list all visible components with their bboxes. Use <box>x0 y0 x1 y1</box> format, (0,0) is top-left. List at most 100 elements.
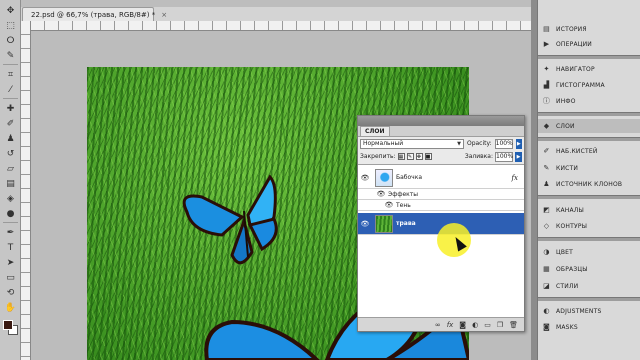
fx-icon[interactable]: fx <box>511 174 518 182</box>
clone-stamp-tool-icon[interactable]: ♟ <box>3 132 18 145</box>
lock-all-icon[interactable]: ■ <box>424 153 432 160</box>
layers-icon: ◆ <box>543 122 550 130</box>
dock-item-label: ИСТОРИЯ <box>556 25 587 33</box>
dodge-tool-icon[interactable]: ● <box>3 207 18 220</box>
chevron-down-icon: ▼ <box>457 140 461 147</box>
dock-item-histogram[interactable]: ▟ ГИСТОГРАММА <box>538 78 640 92</box>
dock-item-paths[interactable]: ◇ КОНТУРЫ <box>538 219 640 233</box>
type-tool-icon[interactable]: T <box>3 241 18 254</box>
3d-rotate-tool-icon[interactable]: ⟲ <box>3 286 18 299</box>
paths-icon: ◇ <box>543 222 550 230</box>
gradient-tool-icon[interactable]: ▤ <box>3 177 18 190</box>
eye-icon[interactable]: 👁 <box>358 220 372 228</box>
new-layer-icon[interactable]: ❐ <box>497 321 503 329</box>
mask-icon[interactable]: ◙ <box>459 321 466 329</box>
close-icon[interactable]: × <box>161 11 167 19</box>
layer-effect-shadow-row[interactable]: 👁 Тень <box>358 200 524 211</box>
dock-item-label: ОПЕРАЦИИ <box>556 40 592 48</box>
navigator-icon: ✦ <box>543 65 550 73</box>
dock-item-color[interactable]: ◑ ЦВЕТ <box>538 245 640 259</box>
panel-title-bar[interactable] <box>358 116 524 126</box>
lock-pixels-icon[interactable]: ✎ <box>406 153 414 160</box>
dock-divider <box>538 112 640 116</box>
dock-item-navigator[interactable]: ✦ НАВИГАТОР <box>538 62 640 76</box>
application-bar <box>21 0 531 7</box>
dock-item-info[interactable]: ⓘ ИНФО <box>538 94 640 108</box>
dock-item-label: ЦВЕТ <box>556 248 574 256</box>
channels-icon: ◩ <box>543 206 550 214</box>
tab-layers[interactable]: СЛОИ <box>360 126 390 136</box>
brush-presets-icon: ✐ <box>543 147 550 155</box>
path-select-tool-icon[interactable]: ➤ <box>3 256 18 269</box>
info-icon: ⓘ <box>542 97 551 105</box>
layers-panel-footer: ∞ fx ◙ ◐ ▭ ❐ 🗑 <box>358 317 524 331</box>
lock-label: Закрепить: <box>360 153 396 160</box>
lasso-tool-icon[interactable]: ⵔ <box>3 34 18 47</box>
hand-tool-icon[interactable]: ✋ <box>3 301 18 314</box>
trash-icon[interactable]: 🗑 <box>509 321 518 329</box>
history-brush-tool-icon[interactable]: ↺ <box>3 147 18 160</box>
eraser-tool-icon[interactable]: ▱ <box>3 162 18 175</box>
dock-item-label: ИНФО <box>556 97 576 105</box>
history-icon: ▤ <box>543 25 550 33</box>
eye-icon[interactable]: 👁 <box>374 190 388 198</box>
brush-tool-icon[interactable]: ✐ <box>3 117 18 130</box>
dock-item-layers[interactable]: ◆ СЛОИ <box>538 119 640 133</box>
effects-label: Эффекты <box>388 190 418 198</box>
document-tab[interactable]: 22.psd @ 66,7% (трава, RGB/8#) * × <box>22 7 167 21</box>
eyedropper-tool-icon[interactable]: ⁄ <box>3 83 18 96</box>
healing-brush-tool-icon[interactable]: ✚ <box>3 102 18 115</box>
move-tool-icon[interactable]: ✥ <box>3 4 18 17</box>
horizontal-ruler[interactable] <box>31 21 531 31</box>
tools-panel: ✥ ⬚ ⵔ ✎ ⌗ ⁄ ✚ ✐ ♟ ↺ ▱ ▤ ◈ ● ✒ T ➤ ▭ ⟲ ✋ <box>0 0 21 360</box>
dock-divider <box>538 195 640 199</box>
adjustment-icon[interactable]: ◐ <box>472 321 478 329</box>
layer-row-butterfly[interactable]: 👁 Бабочка fx <box>358 167 524 189</box>
shape-tool-icon[interactable]: ▭ <box>3 271 18 284</box>
eye-icon[interactable]: 👁 <box>382 201 396 209</box>
opacity-field[interactable]: 100% <box>494 138 513 149</box>
clone-source-icon: ♟ <box>543 180 550 188</box>
dock-item-swatches[interactable]: ▦ ОБРАЗЦЫ <box>538 262 640 276</box>
opacity-slider-arrow-icon[interactable]: ▶ <box>515 138 522 149</box>
dock-item-actions[interactable]: ▶ ОПЕРАЦИИ <box>538 37 640 51</box>
actions-icon: ▶ <box>543 40 550 48</box>
foreground-color-swatch[interactable] <box>3 320 13 330</box>
link-icon[interactable]: ∞ <box>435 321 441 329</box>
quick-select-tool-icon[interactable]: ✎ <box>3 49 18 62</box>
pen-tool-icon[interactable]: ✒ <box>3 226 18 239</box>
dock-item-clone-source[interactable]: ♟ ИСТОЧНИК КЛОНОВ <box>538 177 640 191</box>
lock-position-icon[interactable]: ✥ <box>415 153 423 160</box>
fill-field[interactable]: 100% <box>495 151 513 162</box>
dock-item-styles[interactable]: ◪ СТИЛИ <box>538 279 640 293</box>
dock-divider <box>538 297 640 301</box>
layers-panel[interactable]: СЛОИ Нормальный ▼ Opacity: 100% ▶ Закреп… <box>357 115 525 332</box>
dock-item-brush-presets[interactable]: ✐ НАБ.КИСТЕЙ <box>538 144 640 158</box>
swatches-icon: ▦ <box>543 265 550 273</box>
butterfly-small <box>182 174 278 265</box>
lock-transparency-icon[interactable]: ▦ <box>397 153 405 160</box>
marquee-tool-icon[interactable]: ⬚ <box>3 19 18 32</box>
vertical-ruler[interactable] <box>21 21 31 360</box>
dock-item-masks[interactable]: ◙ MASKS <box>538 320 640 334</box>
fx-icon[interactable]: fx <box>447 321 454 329</box>
dock-item-adjustments[interactable]: ◐ ADJUSTMENTS <box>538 304 640 318</box>
dock-item-label: НАВИГАТОР <box>556 65 595 73</box>
dock-item-brushes[interactable]: ✎ КИСТИ <box>538 161 640 175</box>
eye-icon[interactable]: 👁 <box>358 174 372 182</box>
dock-divider <box>538 237 640 241</box>
dock-item-channels[interactable]: ◩ КАНАЛЫ <box>538 203 640 217</box>
blend-mode-select[interactable]: Нормальный ▼ <box>360 138 464 149</box>
group-icon[interactable]: ▭ <box>484 321 491 329</box>
blur-tool-icon[interactable]: ◈ <box>3 192 18 205</box>
dock-item-label: ГИСТОГРАММА <box>556 81 605 89</box>
crop-tool-icon[interactable]: ⌗ <box>3 68 18 81</box>
color-icon: ◑ <box>543 248 550 256</box>
layer-effects-row[interactable]: 👁 Эффекты <box>358 189 524 200</box>
dock-item-label: СЛОИ <box>556 122 575 130</box>
panel-dock: ▤ ИСТОРИЯ ▶ ОПЕРАЦИИ ✦ НАВИГАТОР ▟ ГИСТО… <box>537 0 640 360</box>
dock-item-history[interactable]: ▤ ИСТОРИЯ <box>538 22 640 36</box>
dock-item-label: ИСТОЧНИК КЛОНОВ <box>556 180 623 188</box>
fill-slider-arrow-icon[interactable]: ▶ <box>515 151 522 162</box>
dock-item-label: КИСТИ <box>556 164 579 172</box>
